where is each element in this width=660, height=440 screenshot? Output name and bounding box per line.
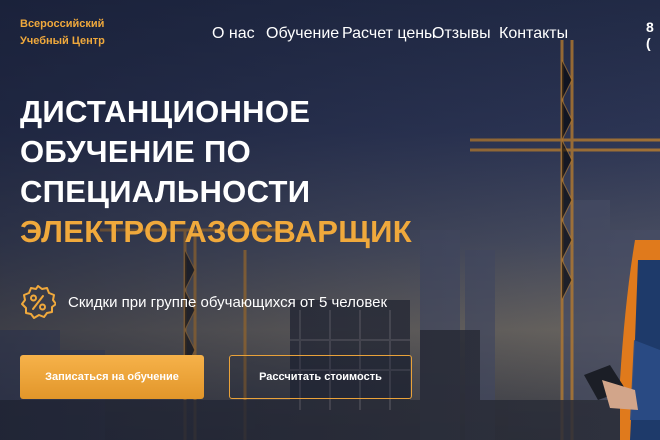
phone-number[interactable]: 8 ( (646, 19, 660, 51)
hero-title: Дистанционное обучение по специальности … (20, 92, 412, 252)
hero-title-line-2: обучение по (20, 134, 252, 169)
enroll-button[interactable]: Записаться на обучение (20, 355, 204, 399)
hero-title-line-1: Дистанционное (20, 94, 311, 129)
brand-line-2: Учебный Центр (20, 35, 105, 47)
nav-item-contacts[interactable]: Контакты (499, 25, 568, 43)
worker-image (584, 240, 660, 440)
enroll-button-label: Записаться на обучение (45, 371, 179, 383)
discount-text: Скидки при группе обучающихся от 5 челов… (68, 293, 388, 311)
nav-item-about[interactable]: О нас (212, 25, 255, 43)
discount-note: Скидки при группе обучающихся от 5 челов… (20, 284, 387, 320)
percent-badge-icon (21, 285, 56, 319)
calculate-cost-button[interactable]: Рассчитать стоимость (229, 355, 412, 399)
nav-item-price-calc[interactable]: Расчет цены (342, 25, 436, 43)
brand-line-1: Всероссийский (20, 18, 105, 30)
nav-item-reviews[interactable]: Отзывы (432, 25, 491, 43)
hero-title-accent: Электрогазосварщик (20, 214, 412, 249)
brand-logo[interactable]: Всероссийский Учебный Центр (20, 16, 105, 50)
calculate-cost-button-label: Рассчитать стоимость (259, 371, 382, 383)
hero-title-line-3: специальности (20, 174, 311, 209)
nav-item-training[interactable]: Обучение (266, 25, 339, 43)
